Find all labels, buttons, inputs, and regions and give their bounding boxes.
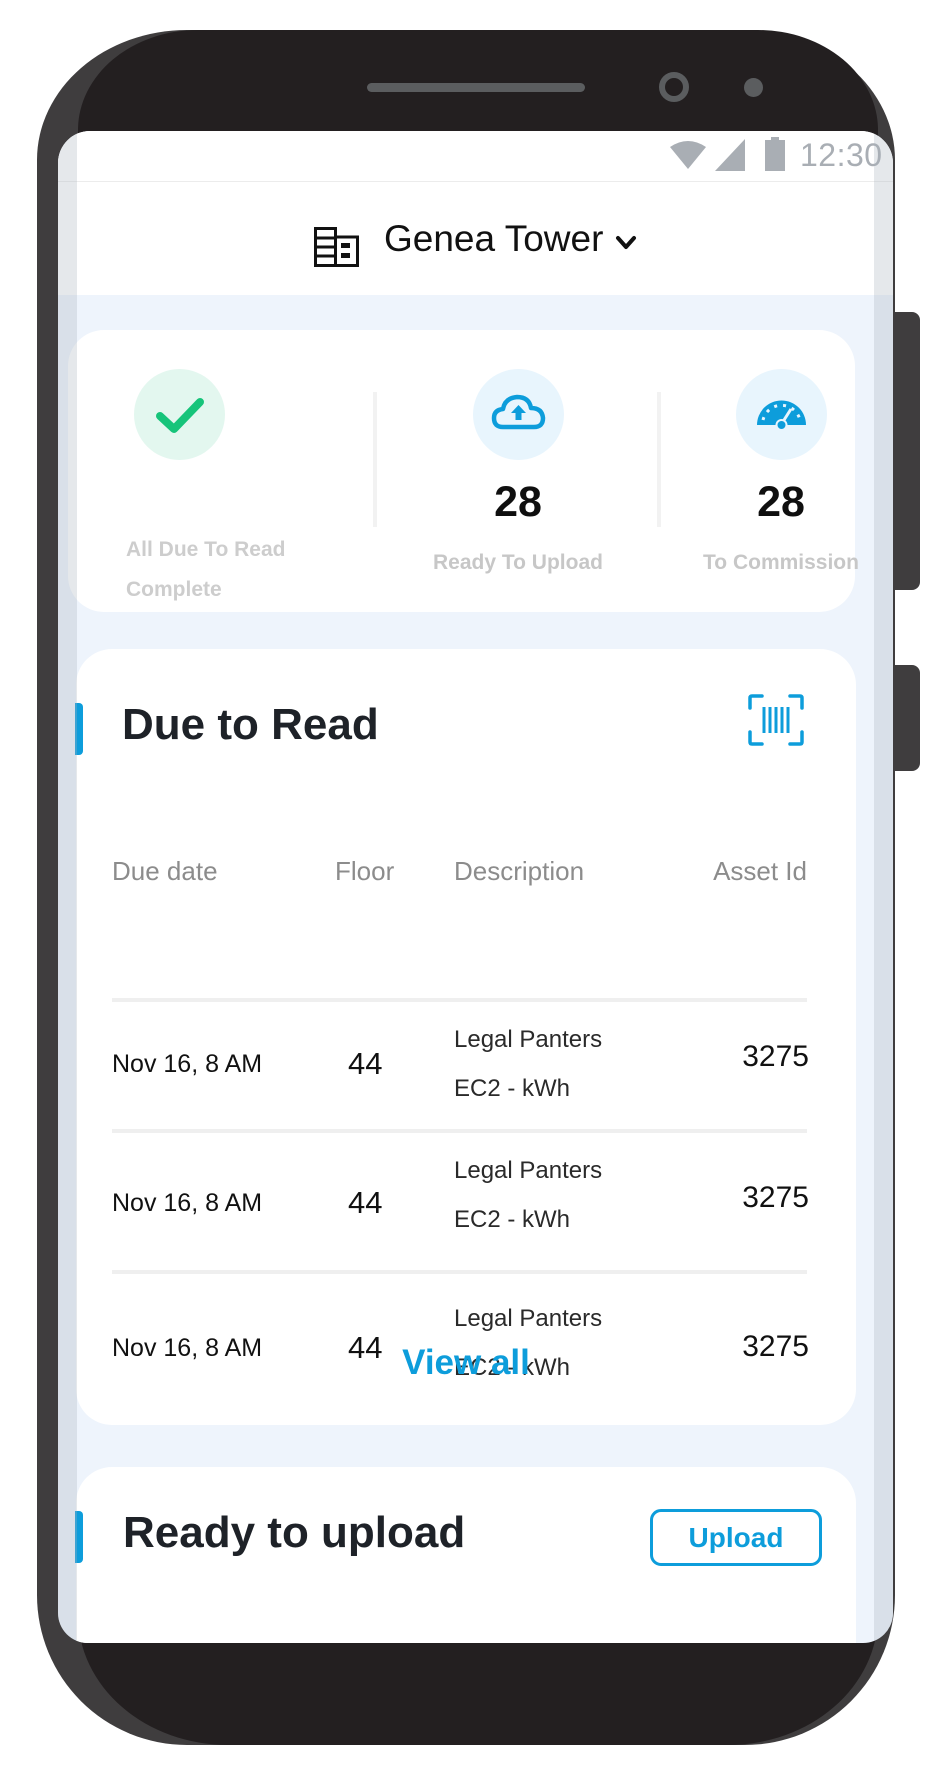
checkmark-icon bbox=[156, 398, 204, 433]
site-selector[interactable]: Genea Tower bbox=[58, 182, 893, 295]
ready-to-upload-count: 28 bbox=[494, 478, 542, 526]
battery-icon bbox=[765, 137, 785, 171]
ready-to-upload-card: Ready to upload Upload bbox=[75, 1467, 856, 1643]
row-due-date: Nov 16, 8 AM bbox=[112, 1050, 263, 1078]
to-commission-count: 28 bbox=[757, 478, 805, 526]
row-asset-id: 3275 bbox=[742, 1181, 809, 1214]
due-to-read-card: Due to Read Due date Floor Description A… bbox=[75, 649, 856, 1425]
section-accent-bar bbox=[75, 703, 83, 755]
row-description: Legal Panters EC2 - kWh bbox=[454, 1015, 602, 1113]
section-title: Ready to upload bbox=[123, 1508, 466, 1557]
summary-icon-circle bbox=[134, 369, 225, 460]
section-accent-bar bbox=[75, 1511, 83, 1563]
column-header-floor: Floor bbox=[335, 856, 395, 886]
app-screen: 12:30 Genea Tower All Due To Read Comple… bbox=[58, 131, 893, 1643]
cloud-upload-icon bbox=[491, 394, 546, 430]
upload-button[interactable]: Upload bbox=[650, 1509, 822, 1566]
summary-icon-circle bbox=[736, 369, 827, 460]
barcode-scan-icon[interactable] bbox=[748, 694, 804, 746]
wifi-icon bbox=[670, 141, 706, 169]
summary-to-commission[interactable]: 28 To Commission bbox=[650, 330, 893, 612]
summary-label: To Commission bbox=[703, 551, 859, 574]
row-asset-id: 3275 bbox=[742, 1040, 809, 1073]
summary-divider bbox=[373, 392, 377, 527]
summary-label: All Due To Read Complete bbox=[126, 530, 326, 610]
row-description-name: Legal Panters bbox=[454, 1026, 603, 1053]
chevron-down-icon bbox=[616, 236, 636, 249]
phone-camera-icon bbox=[659, 72, 689, 102]
summary-icon-circle bbox=[473, 369, 564, 460]
table-row[interactable]: Nov 16, 8 AM 44 Legal Panters EC2 - kWh … bbox=[76, 1002, 856, 1129]
phone-speaker bbox=[367, 83, 585, 92]
row-description: Legal Panters EC2 - kWh bbox=[454, 1146, 602, 1244]
row-due-date: Nov 16, 8 AM bbox=[112, 1189, 263, 1217]
row-floor: 44 bbox=[348, 1046, 383, 1081]
building-icon bbox=[314, 227, 359, 267]
summary-due-to-read[interactable]: All Due To Read Complete bbox=[68, 330, 330, 612]
column-header-description: Description bbox=[454, 856, 585, 886]
row-description-meter: EC2 - kWh bbox=[454, 1075, 571, 1102]
row-floor: 44 bbox=[348, 1185, 383, 1220]
summary-label-line: All Due To Read bbox=[126, 538, 286, 561]
row-description-name: Legal Panters bbox=[454, 1305, 603, 1332]
table-row[interactable]: Nov 16, 8 AM 44 Legal Panters EC2 - kWh … bbox=[76, 1133, 856, 1270]
status-bar: 12:30 bbox=[58, 131, 893, 182]
view-all-link[interactable]: View all bbox=[76, 1343, 856, 1383]
summary-card: All Due To Read Complete 28 Ready To Upl… bbox=[68, 330, 859, 612]
column-header-asset-id: Asset Id bbox=[713, 856, 807, 886]
status-time: 12:30 bbox=[800, 137, 883, 173]
summary-label: Ready To Upload bbox=[433, 551, 603, 574]
section-title: Due to Read bbox=[122, 700, 379, 749]
summary-ready-to-upload[interactable]: 28 Ready To Upload bbox=[387, 330, 649, 612]
phone-sensor bbox=[744, 78, 763, 97]
row-description-meter: EC2 - kWh bbox=[454, 1206, 571, 1233]
row-description-name: Legal Panters bbox=[454, 1157, 603, 1184]
site-name: Genea Tower bbox=[384, 218, 604, 259]
speedometer-icon bbox=[757, 400, 806, 431]
summary-label-line: Complete bbox=[126, 578, 222, 601]
column-header-due-date: Due date bbox=[112, 856, 218, 886]
signal-icon bbox=[715, 139, 745, 171]
